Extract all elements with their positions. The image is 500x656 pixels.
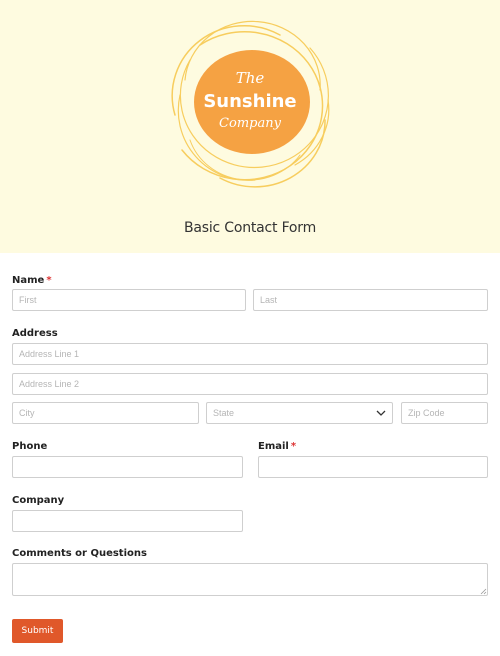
state-select-value: State xyxy=(213,408,235,418)
required-mark: * xyxy=(46,275,52,286)
last-name-input[interactable] xyxy=(253,289,488,311)
email-label: Email * xyxy=(258,441,296,452)
chevron-down-icon xyxy=(376,410,386,416)
zip-code-input[interactable] xyxy=(401,402,488,424)
required-mark: * xyxy=(290,441,297,452)
address-line2-input[interactable] xyxy=(12,373,488,395)
logo-line-sunshine: Sunshine xyxy=(203,91,296,112)
address-label: Address xyxy=(12,328,58,339)
state-select[interactable]: State xyxy=(206,402,393,424)
name-label-text: Name xyxy=(12,275,45,286)
company-label: Company xyxy=(12,495,65,506)
email-input[interactable] xyxy=(258,456,488,478)
logo-line-the: The xyxy=(236,69,265,87)
city-input[interactable] xyxy=(12,402,199,424)
first-name-input[interactable] xyxy=(12,289,246,311)
address-line1-input[interactable] xyxy=(12,343,488,365)
comments-textarea[interactable] xyxy=(12,563,488,596)
phone-input[interactable] xyxy=(12,456,243,478)
contact-form: Name* Address State Phone Email* Company… xyxy=(0,253,500,656)
comments-label: Comments or Questions xyxy=(12,548,147,559)
submit-button[interactable]: Submit xyxy=(12,619,63,643)
resize-grip-icon[interactable] xyxy=(480,588,487,595)
form-header: The Sunshine Company Basic Contact Form xyxy=(0,0,500,253)
name-label: Name * xyxy=(12,275,52,286)
sunshine-company-logo: The Sunshine Company xyxy=(171,20,330,188)
phone-label: Phone xyxy=(12,441,48,452)
form-title: Basic Contact Form xyxy=(183,220,317,236)
logo-line-company: Company xyxy=(219,116,282,131)
company-input[interactable] xyxy=(12,510,243,532)
email-label-text: Email xyxy=(258,441,289,452)
